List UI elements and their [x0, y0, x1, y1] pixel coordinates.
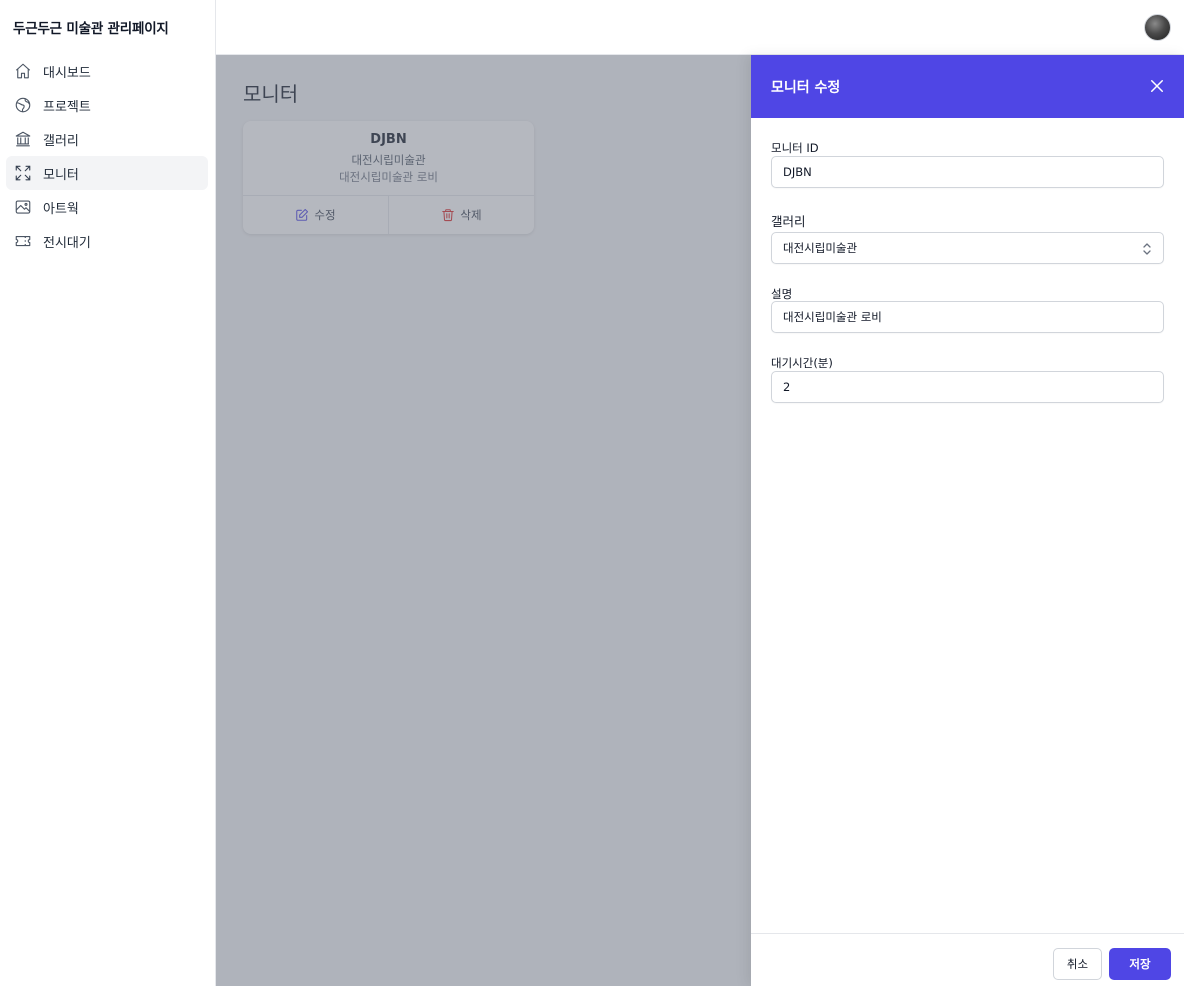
description-label: 설명	[771, 287, 793, 301]
sidebar-item-dashboard[interactable]: 대시보드	[6, 54, 208, 88]
sidebar-item-projects[interactable]: 프로젝트	[6, 88, 208, 122]
close-button[interactable]	[1148, 77, 1166, 95]
globe-icon	[14, 96, 32, 114]
wait-time-label: 대기시간(분)	[771, 356, 833, 370]
drawer-header: 모니터 수정	[751, 55, 1184, 118]
avatar[interactable]	[1144, 14, 1171, 41]
top-bar	[216, 0, 1184, 55]
expand-icon	[14, 164, 32, 182]
sidebar: 두근두근 미술관 관리페이지 대시보드 프로젝트 갤러리 모니터 아트웍 전시대…	[0, 0, 216, 986]
sidebar-item-label: 아트웍	[43, 201, 79, 217]
building-icon	[14, 130, 32, 148]
wait-time-field[interactable]: 2	[771, 371, 1164, 403]
wait-time-value: 2	[783, 380, 791, 394]
gallery-select[interactable]: 대전시립미술관	[771, 232, 1164, 264]
home-icon	[14, 62, 32, 80]
monitor-id-value: DJBN	[783, 165, 812, 179]
image-icon	[14, 198, 32, 216]
sidebar-item-monitors[interactable]: 모니터	[6, 156, 208, 190]
sidebar-item-label: 전시대기	[43, 235, 91, 251]
chevron-up-down-icon	[1140, 241, 1154, 257]
ticket-icon	[14, 232, 32, 250]
gallery-select-value: 대전시립미술관	[783, 241, 858, 255]
drawer-footer: 취소 저장	[751, 933, 1184, 986]
save-button[interactable]: 저장	[1109, 948, 1171, 980]
cancel-button[interactable]: 취소	[1053, 948, 1102, 980]
description-value: 대전시립미술관 로비	[783, 310, 882, 324]
sidebar-item-label: 대시보드	[43, 65, 91, 81]
app-title: 두근두근 미술관 관리페이지	[13, 21, 169, 37]
sidebar-item-label: 모니터	[43, 167, 79, 183]
gallery-label: 갤러리	[771, 214, 806, 229]
monitor-id-label: 모니터 ID	[771, 141, 819, 155]
sidebar-nav: 대시보드 프로젝트 갤러리 모니터 아트웍 전시대기	[6, 54, 208, 258]
edit-monitor-drawer: 모니터 수정 모니터 ID DJBN 갤러리 대전시립미술관 설명 대전시립미술…	[751, 55, 1184, 986]
sidebar-item-label: 프로젝트	[43, 99, 91, 115]
sidebar-item-exhibition-queue[interactable]: 전시대기	[6, 224, 208, 258]
sidebar-item-artworks[interactable]: 아트웍	[6, 190, 208, 224]
sidebar-item-galleries[interactable]: 갤러리	[6, 122, 208, 156]
description-field[interactable]: 대전시립미술관 로비	[771, 301, 1164, 333]
monitor-id-field[interactable]: DJBN	[771, 156, 1164, 188]
close-icon	[1151, 80, 1163, 92]
drawer-title: 모니터 수정	[771, 80, 841, 96]
sidebar-item-label: 갤러리	[43, 133, 79, 149]
